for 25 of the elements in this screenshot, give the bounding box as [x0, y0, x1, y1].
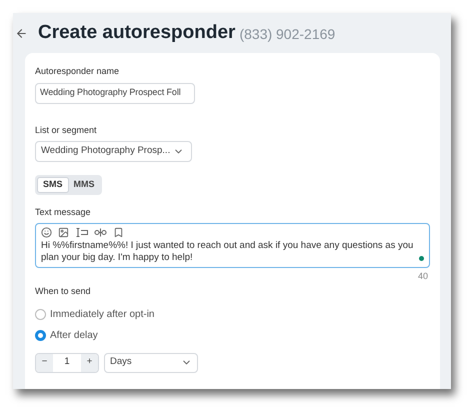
decrement-button[interactable]: −	[36, 354, 53, 372]
type-tab[interactable]: SMS	[37, 177, 69, 193]
name-field[interactable]: Wedding Photography Prospect Foll	[35, 82, 195, 104]
type-tab[interactable]: MMS	[68, 177, 100, 193]
page-title: Create autoresponder	[38, 20, 236, 45]
message-text: Hi %%firstname%%! I just wanted to reach out and ask if you have any questions as you plan your big day. I'm happy to help!	[41, 240, 414, 264]
image-icon[interactable]	[58, 226, 69, 238]
field-label: List or segment	[35, 124, 98, 137]
bookmark-icon[interactable]	[113, 226, 124, 238]
link-field-icon[interactable]	[94, 228, 107, 236]
message-editor[interactable]: Hi %%firstname%%! I just wanted to reach out and ask if you have any questions as you plan your big day. I'm happy to help!	[35, 222, 430, 268]
increment-button[interactable]: +	[81, 354, 98, 372]
radio-option[interactable]: After delay	[35, 328, 98, 342]
delay-value[interactable]: 1	[53, 355, 81, 370]
radio-option[interactable]: Immediately after opt-in	[35, 306, 154, 322]
text-field-icon[interactable]	[75, 228, 88, 236]
character-count: 40	[418, 270, 428, 282]
field-label: When to send	[35, 285, 92, 298]
list-select[interactable]: Wedding Photography Prosp...	[35, 141, 192, 162]
field-label: Autoresponder name	[35, 65, 120, 78]
unit-select[interactable]: Days	[104, 352, 198, 372]
phone-number: (833) 902-2169	[239, 24, 336, 44]
emoji-icon[interactable]	[41, 226, 52, 238]
field-label: Text message	[35, 206, 92, 219]
back-icon[interactable]	[15, 26, 28, 40]
